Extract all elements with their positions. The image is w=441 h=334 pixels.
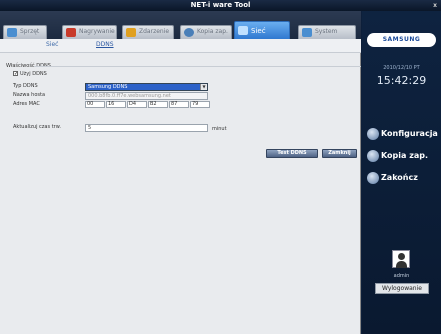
subnav-item-ddns[interactable]: DDNS (96, 41, 114, 48)
menu-item-label: Zakończ (381, 173, 418, 182)
main-panel: Sprzęt Nagrywanie Zdarzenie Kopia zap. S… (0, 11, 361, 334)
sidebar: SAMSUNG 2010/12/10 PT 15:42:29 Konfigura… (362, 11, 441, 334)
network-icon (238, 26, 248, 35)
menu-item-label: Konfiguracja (381, 129, 438, 138)
samsung-logo: SAMSUNG (367, 33, 436, 47)
tab-bar: Sprzęt Nagrywanie Zdarzenie Kopia zap. S… (0, 11, 361, 39)
gear-icon (367, 128, 379, 140)
mac-octet: 00 (85, 101, 105, 108)
tab-label: Nagrywanie (79, 28, 115, 35)
update-interval-label: Aktualizuj czas trw. (13, 124, 61, 130)
menu-item-label: Kopia zap. (381, 151, 429, 160)
window-titlebar: NET-i ware Tool x (0, 0, 441, 11)
user-avatar-icon (392, 250, 410, 268)
logout-button[interactable]: Wylogowanie (375, 283, 429, 294)
monitor-icon (7, 28, 17, 37)
window-title: NET-i ware Tool (190, 1, 251, 9)
system-icon (302, 28, 312, 37)
tab-kopia-zap[interactable]: Kopia zap. (180, 25, 232, 39)
tab-siec[interactable]: Sieć (234, 21, 290, 39)
tab-label: Kopia zap. (197, 28, 228, 35)
tab-label: Sprzęt (20, 28, 40, 35)
tab-label: Zdarzenie (139, 28, 170, 35)
interval-unit-label: minut (212, 126, 227, 132)
avatar-head (398, 253, 405, 260)
current-date: 2010/12/10 PT (383, 65, 420, 71)
ddns-type-label: Typ DDNS (13, 83, 38, 89)
use-ddns-checkbox[interactable]: ✓ (13, 71, 18, 77)
host-name-label: Nazwa hosta (13, 92, 46, 98)
tab-sprzet[interactable]: Sprzęt (3, 25, 47, 39)
test-ddns-button[interactable]: Test DDNS (266, 149, 318, 158)
avatar-body (396, 261, 407, 268)
bell-icon (126, 28, 136, 37)
power-icon (367, 172, 379, 184)
mac-octet: 16 (106, 101, 126, 108)
mac-address-label: Adres MAC (13, 101, 40, 107)
mac-octet: B2 (148, 101, 168, 108)
tab-zdarzenie[interactable]: Zdarzenie (122, 25, 174, 39)
use-ddns-label: Użyj DDNS (20, 71, 47, 77)
backup-icon (367, 150, 379, 162)
tab-system[interactable]: System (298, 25, 356, 39)
host-name-field: 000.b8fb.0.ff7e.websamsung.net (85, 92, 208, 100)
close-icon[interactable]: x (433, 0, 437, 11)
mac-address-fields: 00 16 D4 B2 87 79 (85, 101, 210, 109)
group-divider (34, 66, 361, 67)
host-name-value: 000.b8fb.0.ff7e.websamsung.net (88, 93, 171, 99)
tab-nagrywanie[interactable]: Nagrywanie (62, 25, 117, 39)
ddns-type-select[interactable]: Samsung DDNS ▼ (85, 83, 208, 91)
chevron-down-icon: ▼ (200, 84, 207, 90)
sub-navigation: Sieć DDNS (0, 39, 361, 53)
update-interval-value: 5 (88, 125, 92, 131)
backup-icon (184, 28, 194, 37)
user-name: admin (393, 273, 410, 279)
record-icon (66, 28, 76, 37)
subnav-item-siec[interactable]: Sieć (46, 41, 58, 48)
mac-octet: 79 (190, 101, 210, 108)
current-time: 15:42:29 (376, 74, 427, 87)
tab-label: System (315, 28, 338, 35)
tab-label: Sieć (251, 27, 266, 35)
update-interval-field[interactable]: 5 (85, 124, 208, 132)
ddns-type-value: Samsung DDNS (88, 84, 128, 90)
mac-octet: 87 (169, 101, 189, 108)
close-button[interactable]: Zamknij (322, 149, 357, 158)
mac-octet: D4 (127, 101, 147, 108)
